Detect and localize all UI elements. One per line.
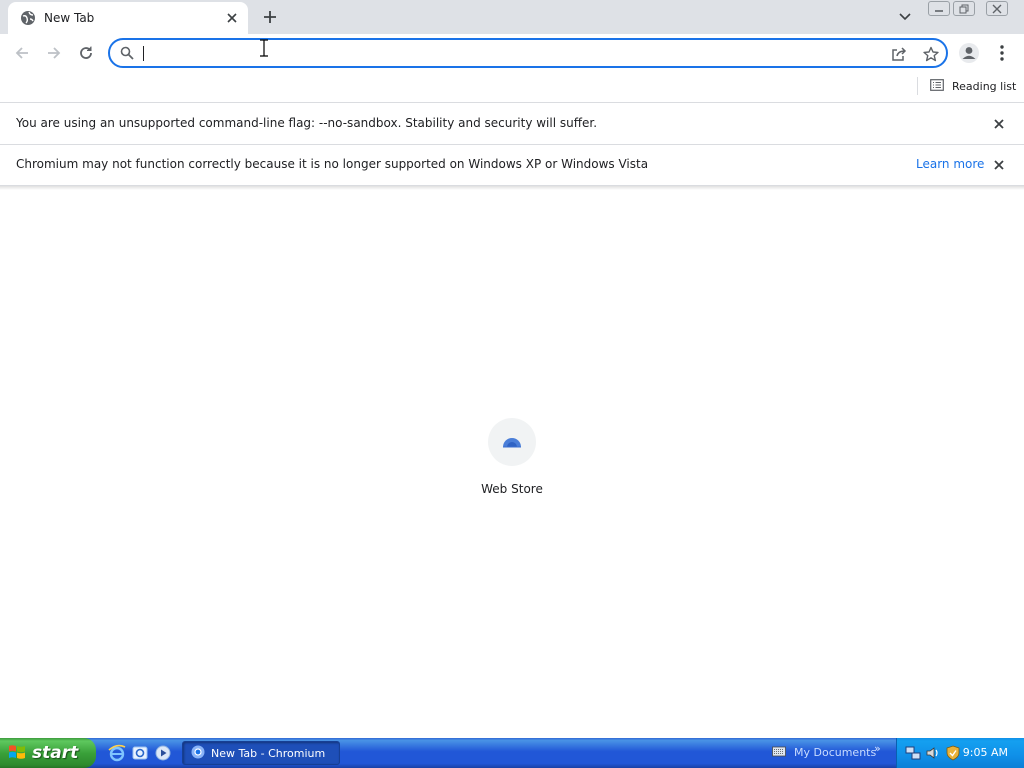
new-tab-button[interactable] <box>258 5 282 29</box>
close-infobar-icon[interactable] <box>990 115 1008 133</box>
close-tab-icon[interactable] <box>222 8 242 28</box>
maximize-button[interactable] <box>953 1 975 16</box>
outlook-express-icon[interactable] <box>131 744 149 762</box>
learn-more-link[interactable]: Learn more <box>916 157 984 171</box>
address-input[interactable] <box>142 43 872 63</box>
my-documents-label: My Documents <box>794 746 877 759</box>
close-window-button[interactable] <box>986 1 1008 16</box>
chromium-icon <box>191 745 205 762</box>
new-tab-page: Web Store <box>0 186 1024 738</box>
shortcut-title: Web Store <box>481 482 543 496</box>
infobar-shadow <box>0 186 1024 190</box>
tab-strip: New Tab <box>0 0 1024 34</box>
reading-list-icon <box>930 78 944 94</box>
infobar-unsupported-os: Chromium may not function correctly beca… <box>0 145 1024 186</box>
minimize-button[interactable] <box>928 1 950 16</box>
address-bar[interactable] <box>108 38 948 68</box>
start-button[interactable]: start <box>0 738 96 768</box>
system-clock: 9:05 AM <box>962 746 1008 759</box>
bookmarks-bar: Reading list <box>0 72 1024 103</box>
double-chevron-icon[interactable]: » <box>874 742 881 755</box>
text-caret <box>143 46 144 61</box>
back-button[interactable] <box>8 39 36 67</box>
globe-icon <box>20 10 36 26</box>
search-icon <box>120 46 134 60</box>
infobar-message: Chromium may not function correctly beca… <box>16 157 649 171</box>
reload-button[interactable] <box>72 39 100 67</box>
network-icon[interactable] <box>905 745 921 761</box>
reading-list-label: Reading list <box>952 79 1017 93</box>
reading-list-button[interactable]: Reading list <box>924 75 1022 97</box>
windows-logo-icon <box>8 743 26 764</box>
profile-avatar-icon[interactable] <box>956 40 982 66</box>
volume-icon[interactable] <box>925 745 941 761</box>
web-store-icon <box>501 434 523 451</box>
forward-button[interactable] <box>40 39 68 67</box>
tab-new-tab[interactable]: New Tab <box>8 2 248 34</box>
infobar-no-sandbox: You are using an unsupported command-lin… <box>0 104 1024 145</box>
close-infobar-icon[interactable] <box>990 156 1008 174</box>
bookmarks-separator <box>917 77 918 95</box>
taskbar-item-label: New Tab - Chromium <box>211 746 326 760</box>
media-player-icon[interactable] <box>154 744 172 762</box>
my-documents-toolbar[interactable]: My Documents <box>772 745 876 760</box>
system-tray: 9:05 AM <box>896 738 1024 768</box>
internet-explorer-icon[interactable] <box>108 744 126 762</box>
browser-toolbar <box>0 34 1024 72</box>
shortcut-tile <box>488 418 536 466</box>
share-icon[interactable] <box>888 43 910 65</box>
keyboard-icon <box>772 745 786 760</box>
tab-search-chevron-icon[interactable] <box>894 7 916 27</box>
taskbar-item-chromium[interactable]: New Tab - Chromium <box>182 741 340 765</box>
menu-kebab-icon[interactable] <box>990 40 1014 66</box>
security-shield-icon[interactable] <box>945 745 961 761</box>
bookmark-star-icon[interactable] <box>920 43 942 65</box>
shortcut-web-store[interactable]: Web Store <box>472 418 552 502</box>
start-label: start <box>32 743 79 763</box>
taskbar: start New Tab - Chromium My Documents » … <box>0 738 1024 768</box>
tab-title: New Tab <box>44 11 95 25</box>
infobar-message: You are using an unsupported command-lin… <box>16 116 598 130</box>
